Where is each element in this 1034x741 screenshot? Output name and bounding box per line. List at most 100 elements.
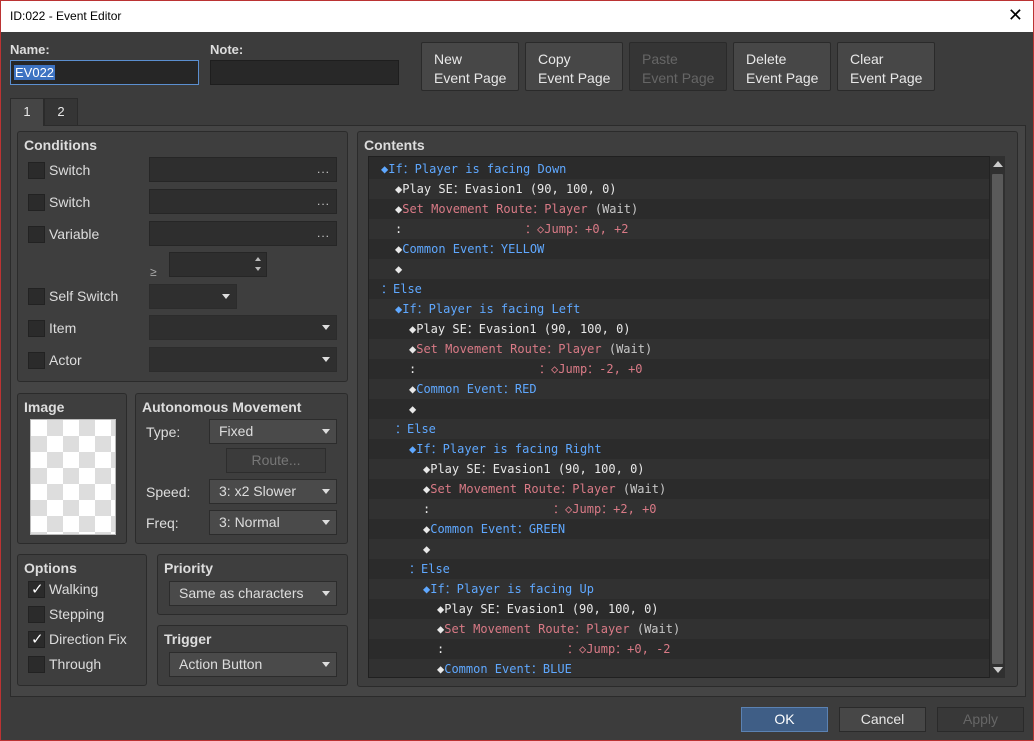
apply-button[interactable]: Apply <box>937 707 1024 732</box>
event-image-preview[interactable] <box>30 419 116 535</box>
scroll-down-icon[interactable] <box>993 667 1003 673</box>
speed-dropdown[interactable]: 3: x2 Slower <box>209 479 337 504</box>
command-text: Play SE：Evasion1 (90, 100, 0) <box>430 462 645 476</box>
command-row[interactable]: ◆ <box>369 539 989 559</box>
command-row[interactable]: ◆Play SE：Evasion1 (90, 100, 0) <box>369 459 989 479</box>
command-row[interactable]: ◆Common Event：YELLOW <box>369 239 989 259</box>
command-row[interactable]: ◆Set Movement Route：Player (Wait) <box>369 619 989 639</box>
type-value: Fixed <box>219 423 254 439</box>
command-row[interactable]: ：Else <box>369 279 989 299</box>
actor-checkbox[interactable] <box>28 352 45 369</box>
cancel-button[interactable]: Cancel <box>839 707 926 732</box>
switch2-dots: ... <box>316 194 330 208</box>
route-button[interactable]: Route... <box>226 448 326 473</box>
command-text: Play SE：Evasion1 (90, 100, 0) <box>444 602 659 616</box>
trigger-dropdown[interactable]: Action Button <box>169 652 337 677</box>
clear-event-page-button[interactable]: Clear Event Page <box>837 42 935 91</box>
tab-page-2[interactable]: 2 <box>44 98 78 125</box>
scroll-thumb[interactable] <box>992 174 1003 664</box>
command-list[interactable]: ◆If：Player is facing Down ◆Play SE：Evasio… <box>368 156 1005 678</box>
speed-value: 3: x2 Slower <box>219 483 297 499</box>
greater-equal-label: ≥ <box>150 265 157 279</box>
command-row[interactable]: ◆If：Player is facing Left <box>369 299 989 319</box>
copy-event-page-button[interactable]: Copy Event Page <box>525 42 623 91</box>
item-dropdown[interactable] <box>149 315 337 340</box>
actor-dropdown[interactable] <box>149 347 337 372</box>
item-checkbox[interactable] <box>28 320 45 337</box>
name-field[interactable]: EV022 <box>10 60 199 85</box>
command-text: : <box>423 502 554 516</box>
command-row[interactable]: : ：◇Jump：-2, +0 <box>369 359 989 379</box>
switch1-select[interactable]: ... <box>149 157 337 182</box>
stepping-checkbox[interactable] <box>28 606 45 623</box>
command-text: ◆ <box>409 402 417 416</box>
command-row[interactable]: ：Else <box>369 419 989 439</box>
command-text: (Wait) <box>608 342 653 356</box>
walking-checkbox[interactable] <box>28 580 45 598</box>
command-text: (Wait) <box>622 482 667 496</box>
command-text: Common Event：YELLOW <box>402 242 545 256</box>
through-checkbox[interactable] <box>28 656 45 673</box>
tab-page-1[interactable]: 1 <box>10 98 44 126</box>
command-row[interactable]: ◆ <box>369 399 989 419</box>
paste-event-page-button[interactable]: Paste Event Page <box>629 42 727 91</box>
direction-fix-checkbox[interactable] <box>28 630 45 648</box>
variable-dots: ... <box>316 226 330 240</box>
options-heading: Options <box>24 560 77 576</box>
command-row[interactable]: ◆Set Movement Route：Player (Wait) <box>369 199 989 219</box>
command-row[interactable]: ◆If：Player is facing Down <box>369 159 989 179</box>
switch2-select[interactable]: ... <box>149 189 337 214</box>
command-text: ：◇Jump：+2, +0 <box>553 502 657 516</box>
command-row[interactable]: ：Else <box>369 559 989 579</box>
command-row[interactable]: : ：◇Jump：+2, +0 <box>369 499 989 519</box>
stepping-label: Stepping <box>49 606 105 622</box>
command-row[interactable]: ◆Set Movement Route：Player (Wait) <box>369 479 989 499</box>
command-row[interactable]: ◆ <box>369 259 989 279</box>
command-row[interactable]: ◆If：Player is facing Up <box>369 579 989 599</box>
command-row[interactable]: ◆Play SE：Evasion1 (90, 100, 0) <box>369 179 989 199</box>
priority-dropdown[interactable]: Same as characters <box>169 581 337 606</box>
command-row[interactable]: ◆If：Player is facing Right <box>369 439 989 459</box>
new-event-page-button[interactable]: New Event Page <box>421 42 519 91</box>
command-row[interactable]: ◆Common Event：GREEN <box>369 519 989 539</box>
chevron-down-icon <box>322 325 330 330</box>
switch1-checkbox[interactable] <box>28 162 45 179</box>
switch2-checkbox[interactable] <box>28 194 45 211</box>
variable-label: Variable <box>49 226 100 242</box>
command-row[interactable]: : ：◇Jump：+0, +2 <box>369 219 989 239</box>
ok-button[interactable]: OK <box>741 707 828 732</box>
command-text: : <box>437 642 568 656</box>
self-switch-label: Self Switch <box>49 288 119 304</box>
command-row[interactable]: : ：◇Jump：+0, -2 <box>369 639 989 659</box>
command-list-scrollbar[interactable] <box>989 156 1005 678</box>
command-row[interactable]: ◆Play SE：Evasion1 (90, 100, 0) <box>369 599 989 619</box>
freq-value: 3: Normal <box>219 514 280 530</box>
variable-checkbox[interactable] <box>28 226 45 243</box>
actor-label: Actor <box>49 352 82 368</box>
movement-heading: Autonomous Movement <box>142 399 302 415</box>
variable-value-spinner[interactable] <box>169 252 267 277</box>
command-row[interactable]: ◆Set Movement Route：Player (Wait) <box>369 339 989 359</box>
note-field[interactable] <box>210 60 399 85</box>
command-row[interactable]: ◆Common Event：RED <box>369 379 989 399</box>
command-text: Common Event：BLUE <box>444 662 572 676</box>
trigger-heading: Trigger <box>164 631 212 647</box>
self-switch-dropdown[interactable] <box>149 284 237 309</box>
command-text: ：Else <box>381 282 422 296</box>
self-switch-checkbox[interactable] <box>28 288 45 305</box>
command-text: Play SE：Evasion1 (90, 100, 0) <box>402 182 617 196</box>
scroll-up-icon[interactable] <box>993 161 1003 167</box>
command-row[interactable]: ◆Play SE：Evasion1 (90, 100, 0) <box>369 319 989 339</box>
command-text: ◆If：Player is facing Right <box>409 442 602 456</box>
chevron-down-icon <box>322 591 330 596</box>
delete-event-page-button[interactable]: Delete Event Page <box>733 42 831 91</box>
spin-down-icon[interactable] <box>255 267 261 271</box>
type-dropdown[interactable]: Fixed <box>209 419 337 444</box>
close-icon[interactable]: ✕ <box>1008 5 1023 26</box>
freq-dropdown[interactable]: 3: Normal <box>209 510 337 535</box>
spin-up-icon[interactable] <box>255 257 261 261</box>
command-text: ：Else <box>395 422 436 436</box>
priority-value: Same as characters <box>179 585 304 601</box>
command-row[interactable]: ◆Common Event：BLUE <box>369 659 989 677</box>
variable-select[interactable]: ... <box>149 221 337 246</box>
